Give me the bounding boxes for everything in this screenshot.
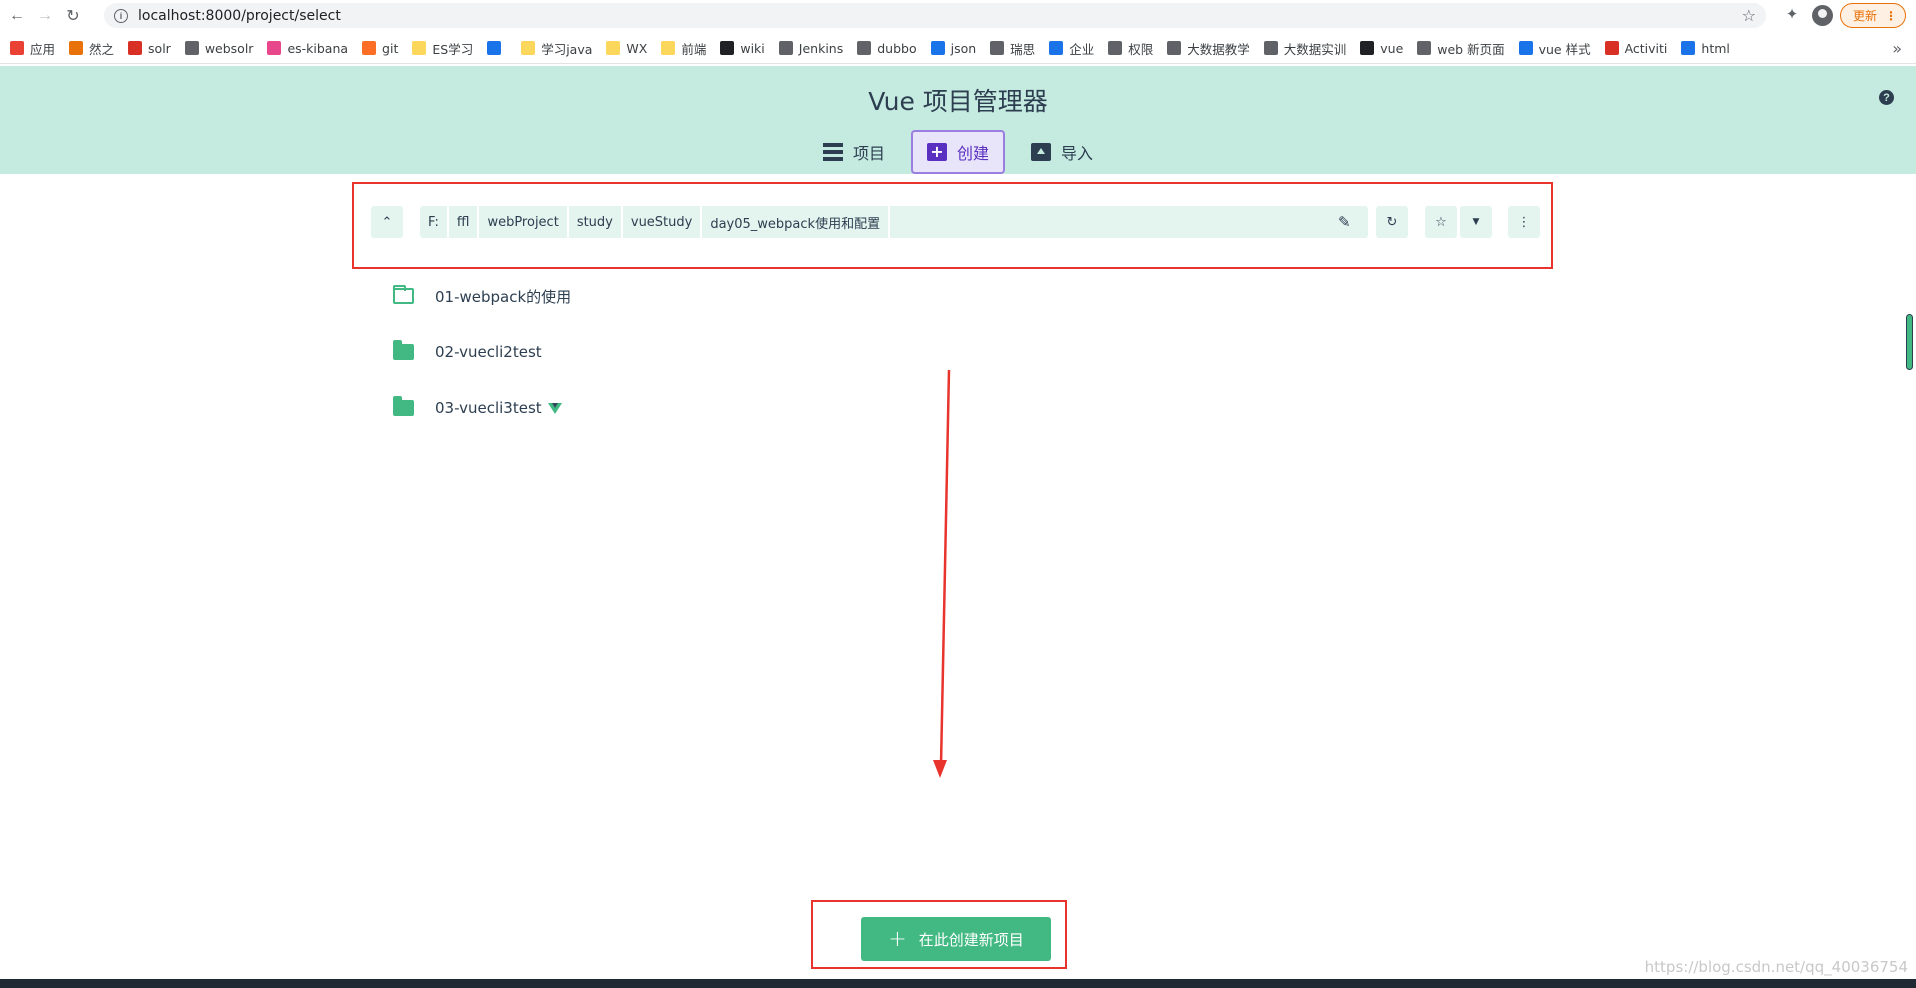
scrollbar-thumb[interactable] [1906, 314, 1913, 370]
plus-icon: + [888, 926, 907, 952]
watermark: https://blog.csdn.net/qq_40036754 [1644, 958, 1908, 976]
create-project-label: 在此创建新项目 [918, 930, 1024, 949]
create-project-button[interactable]: + 在此创建新项目 [861, 917, 1051, 961]
annotation-arrow [933, 369, 951, 778]
os-taskbar [0, 979, 1916, 988]
